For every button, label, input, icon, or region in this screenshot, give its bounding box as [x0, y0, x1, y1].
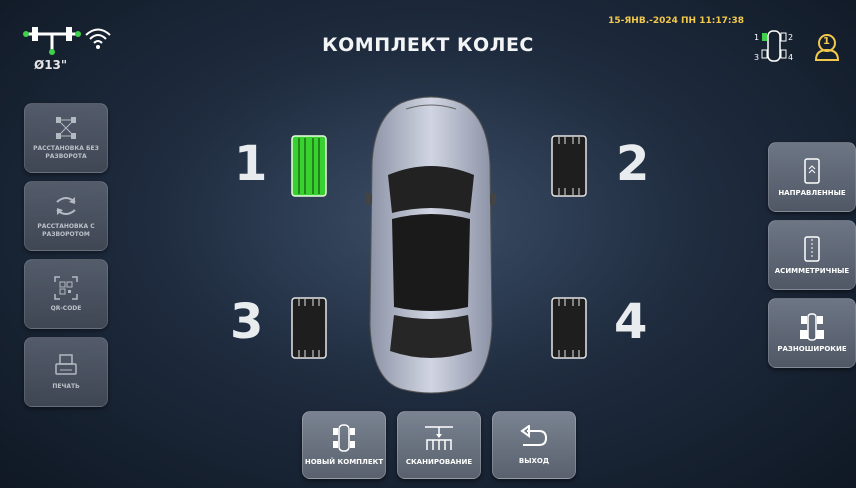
user-badge: 1: [823, 36, 830, 47]
app-screen: Ø13" КОМПЛЕКТ КОЛЕС 15-ЯНВ.-2024 ПН 11:1…: [0, 0, 856, 488]
tire-2[interactable]: [550, 134, 588, 198]
new-set-button[interactable]: НОВЫЙ КОМПЛЕКТ: [302, 411, 386, 479]
menu-label: РАССТАНОВКА С РАЗВОРОТОМ: [37, 223, 95, 238]
menu-label: QR-CODE: [50, 305, 82, 312]
qr-code-icon: [54, 276, 78, 300]
car-top-view: [366, 96, 496, 394]
directional-tire-icon: [804, 158, 820, 184]
asymmetric-button[interactable]: АСИММЕТРИЧНЫЕ: [768, 220, 856, 290]
svg-text:3: 3: [754, 53, 759, 62]
printer-icon: [55, 354, 77, 375]
menu-label: НАПРАВЛЕННЫЕ: [778, 189, 846, 197]
page-title: КОМПЛЕКТ КОЛЕС: [322, 34, 534, 56]
mixed-width-icon: [800, 313, 824, 341]
wheel-number-2: 2: [616, 136, 650, 192]
wheel-number-3: 3: [230, 294, 264, 350]
svg-text:1: 1: [754, 33, 759, 42]
no-rotation-swap-button[interactable]: РАССТАНОВКА БЕЗ РАЗВОРОТА: [24, 103, 108, 173]
qr-code-button[interactable]: QR-CODE: [24, 259, 108, 329]
directional-button[interactable]: НАПРАВЛЕННЫЕ: [768, 142, 856, 212]
tire-4[interactable]: [550, 296, 588, 360]
svg-text:2: 2: [788, 33, 793, 42]
menu-label: АСИММЕТРИЧНЫЕ: [774, 267, 850, 275]
scan-button[interactable]: СКАНИРОВАНИЕ: [397, 411, 481, 479]
menu-label: РАССТАНОВКА БЕЗ РАЗВОРОТА: [33, 145, 99, 160]
wheel-number-1: 1: [234, 136, 268, 192]
datetime-display: 15-ЯНВ.-2024 ПН 11:17:38: [608, 16, 744, 26]
menu-label: НОВЫЙ КОМПЛЕКТ: [304, 458, 384, 466]
menu-label: ВЫХОД: [518, 457, 550, 465]
print-button[interactable]: ПЕЧАТЬ: [24, 337, 108, 407]
with-rotation-swap-button[interactable]: РАССТАНОВКА С РАЗВОРОТОМ: [24, 181, 108, 251]
tire-1[interactable]: [290, 134, 328, 198]
svg-text:4: 4: [788, 53, 793, 62]
menu-label: РАЗНОШИРОКИЕ: [777, 345, 847, 353]
exit-button[interactable]: ВЫХОД: [492, 411, 576, 479]
user-button[interactable]: 1: [812, 32, 842, 62]
car-top-icon: [333, 424, 355, 452]
wheel-number-4: 4: [614, 294, 648, 350]
tire-swap-icon: [56, 117, 76, 139]
rim-size-label: Ø13": [34, 58, 68, 72]
back-arrow-icon: [520, 425, 548, 446]
tire-3[interactable]: [290, 296, 328, 360]
asymmetric-tire-icon: [804, 236, 820, 262]
scan-icon: [425, 426, 453, 450]
menu-label: СКАНИРОВАНИЕ: [405, 458, 473, 466]
menu-label: ПЕЧАТЬ: [52, 383, 80, 390]
rotate-arrows-icon: [56, 197, 76, 215]
mixed-width-button[interactable]: РАЗНОШИРОКИЕ: [768, 298, 856, 368]
wheel-layout-icon: 1 2 3 4: [754, 30, 793, 62]
